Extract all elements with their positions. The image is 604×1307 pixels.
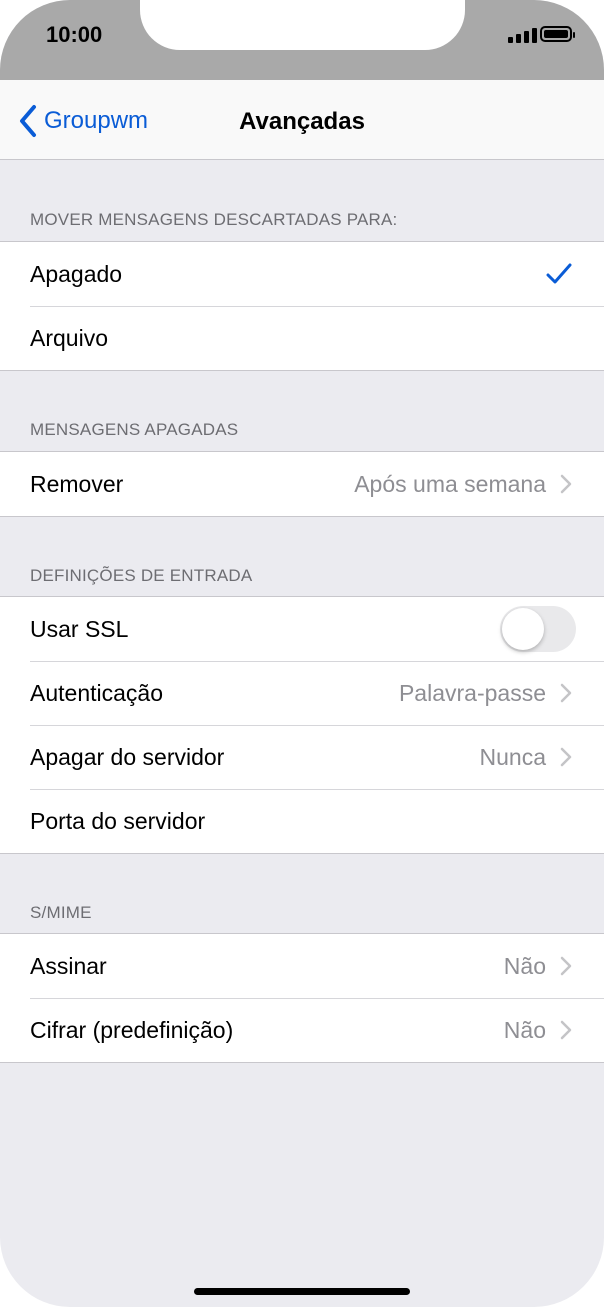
signal-icon [508, 28, 537, 43]
phone-screen: 10:00 Groupwm Avançadas MOVER MENSAGENS … [0, 0, 604, 1307]
option-arquivo[interactable]: Arquivo [0, 306, 604, 370]
section-header-deleted: MENSAGENS APAGADAS [30, 420, 239, 439]
row-label: Porta do servidor [30, 807, 206, 834]
row-value: Após uma semana [354, 470, 546, 497]
battery-icon [540, 26, 575, 42]
option-apagado[interactable]: Apagado [0, 242, 604, 306]
chevron-right-icon [560, 683, 572, 703]
row-usar-ssl: Usar SSL [0, 597, 604, 661]
toggle-knob [502, 608, 544, 650]
chevron-right-icon [560, 747, 572, 767]
section-header-smime: S/MIME [30, 903, 92, 922]
group-discard: Apagado Arquivo [0, 241, 604, 371]
row-label: Usar SSL [30, 615, 129, 642]
row-value: Não [503, 1016, 546, 1043]
group-deleted: Remover Após uma semana [0, 451, 604, 517]
home-indicator[interactable] [194, 1288, 410, 1295]
row-porta-do-servidor[interactable]: Porta do servidor [0, 789, 604, 853]
row-autenticacao[interactable]: Autenticação Palavra-passe [0, 661, 604, 725]
chevron-right-icon [560, 474, 572, 494]
group-incoming: Usar SSL Autenticação Palavra-passe Apag… [0, 596, 604, 854]
row-cifrar[interactable]: Cifrar (predefinição) Não [0, 998, 604, 1062]
row-label: Assinar [30, 952, 107, 979]
chevron-right-icon [560, 1020, 572, 1040]
row-value: Nunca [479, 743, 546, 770]
section-header-discard: MOVER MENSAGENS DESCARTADAS PARA: [30, 210, 398, 229]
row-label: Apagado [30, 260, 123, 287]
notch [140, 0, 465, 50]
status-bar: 10:00 [0, 0, 604, 80]
row-label: Autenticação [30, 679, 163, 706]
row-apagar-do-servidor[interactable]: Apagar do servidor Nunca [0, 725, 604, 789]
row-label: Cifrar (predefinição) [30, 1016, 234, 1043]
row-label: Remover [30, 470, 124, 497]
row-label: Apagar do servidor [30, 743, 225, 770]
row-value: Não [503, 952, 546, 979]
section-header-incoming: DEFINIÇÕES DE ENTRADA [30, 566, 253, 585]
row-remover[interactable]: Remover Após uma semana [0, 452, 604, 516]
checkmark-icon [546, 263, 572, 284]
ssl-toggle[interactable] [500, 606, 576, 652]
navigation-bar: Groupwm Avançadas [0, 80, 604, 160]
chevron-right-icon [560, 956, 572, 976]
row-label: Arquivo [30, 324, 108, 351]
row-value: Palavra-passe [398, 679, 546, 706]
group-smime: Assinar Não Cifrar (predefinição) Não [0, 933, 604, 1063]
row-assinar[interactable]: Assinar Não [0, 934, 604, 998]
status-time: 10:00 [46, 22, 103, 47]
page-title: Avançadas [239, 108, 365, 135]
